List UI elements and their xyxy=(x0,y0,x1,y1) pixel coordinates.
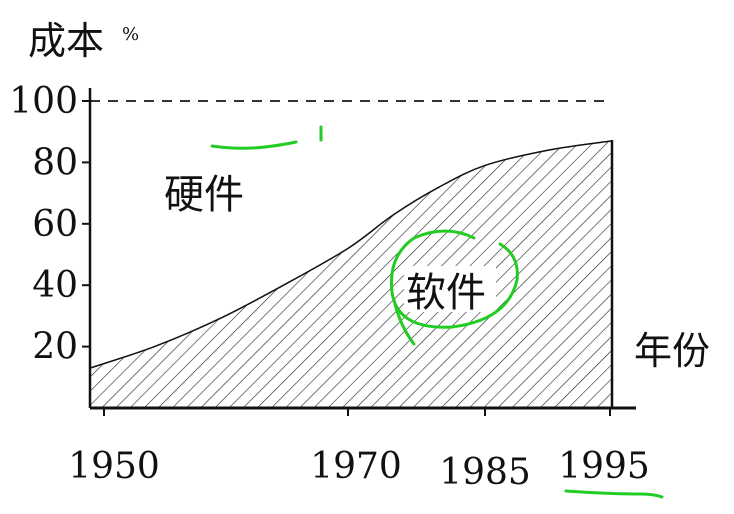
chart-svg: 成本 % 20406080100 1950 1970 1985 1995 年份 硬件 … xyxy=(9,19,710,499)
y-tick-label: 80 xyxy=(32,142,78,183)
green-underline-mark xyxy=(210,140,298,150)
x-tick-label: 1950 xyxy=(68,446,160,487)
x-tick-label: 1985 xyxy=(439,452,531,493)
software-region-label: 软件 xyxy=(406,270,486,316)
y-ticks: 20 40 60 80 100 xyxy=(9,81,90,368)
y-axis-unit: % xyxy=(122,24,139,45)
x-tick-label: 1995 xyxy=(558,446,650,487)
y-tick-label: 20 xyxy=(32,327,78,368)
hardware-region-label: 硬件 xyxy=(164,172,244,218)
y-tick-label: 60 xyxy=(32,204,78,245)
x-ticks: 1950 1970 1985 1995 xyxy=(68,408,650,493)
green-underline-1995 xyxy=(564,489,664,499)
x-tick-label: 1970 xyxy=(310,446,402,487)
y-tick-label: 40 xyxy=(32,265,78,306)
y-tick-label: 100 xyxy=(9,81,78,122)
x-axis-title: 年份 xyxy=(634,329,710,373)
y-axis-title: 成本 xyxy=(28,19,104,63)
